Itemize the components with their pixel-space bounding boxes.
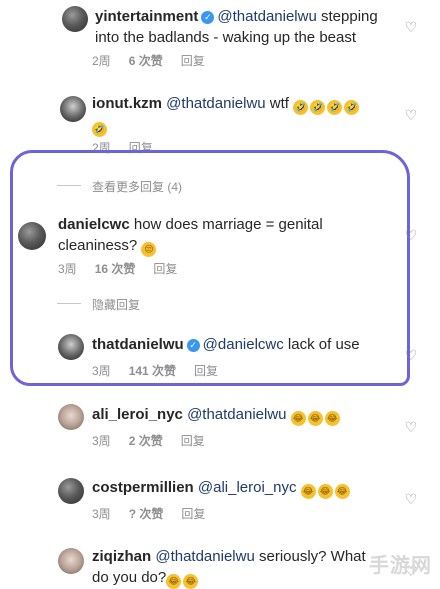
reply-button[interactable]: 回复 bbox=[181, 54, 205, 68]
username[interactable]: ionut.kzm bbox=[92, 95, 162, 112]
heart-icon[interactable]: ♡ bbox=[404, 228, 418, 242]
reply-button[interactable]: 回复 bbox=[181, 507, 205, 521]
emoji-joy: 😂 bbox=[307, 411, 323, 426]
emoji-rofl: 🤣 bbox=[92, 122, 107, 137]
likes-count[interactable]: 2 次赞 bbox=[129, 434, 163, 448]
comment-body: wtf bbox=[265, 95, 289, 112]
comment-text: yintertainment ✓ @thatdanielwu stepping in… bbox=[95, 6, 385, 48]
heart-icon[interactable]: ♡ bbox=[404, 492, 418, 506]
verified-badge-icon: ✓ bbox=[186, 339, 200, 352]
emoji-joy: 😂 bbox=[290, 411, 306, 426]
username[interactable]: thatdanielwu bbox=[92, 336, 184, 353]
emoji-rofl: 🤣 bbox=[293, 100, 309, 115]
emoji-rofl: 🤣 bbox=[310, 100, 326, 115]
comment-text: costpermillien @ali_leroi_nyc 😂 😂 😂 bbox=[92, 477, 392, 499]
comment-text: thatdanielwu ✓ @danielcwc lack of use bbox=[92, 334, 392, 355]
avatar[interactable] bbox=[60, 96, 86, 122]
comment-text: ionut.kzm @thatdanielwu wtf 🤣 🤣 🤣 🤣🤣 bbox=[92, 93, 367, 137]
view-more-replies[interactable]: 查看更多回复 (4) bbox=[92, 178, 182, 195]
emoji-rofl: 🤣 bbox=[327, 100, 343, 115]
timestamp: 3周 bbox=[58, 262, 77, 276]
divider bbox=[57, 185, 81, 186]
comment-text: ziqizhan @thatdanielwu seriously? What d… bbox=[92, 546, 382, 589]
reply-button[interactable]: 回复 bbox=[194, 364, 218, 378]
emoji-joy: 😂 bbox=[300, 484, 316, 499]
divider bbox=[57, 303, 81, 304]
heart-icon[interactable]: ♡ bbox=[404, 348, 418, 362]
avatar[interactable] bbox=[62, 6, 88, 32]
mention-link[interactable]: @thatdanielwu bbox=[217, 8, 316, 25]
comment-text: ali_leroi_nyc @thatdanielwu 😂 😂 😂 bbox=[92, 404, 392, 426]
username[interactable]: ziqizhan bbox=[92, 548, 151, 565]
heart-icon[interactable]: ♡ bbox=[404, 420, 418, 434]
watermark-logo: 手游网 bbox=[369, 555, 432, 577]
timestamp: 3周 bbox=[92, 507, 111, 521]
emoji-joy: 😂 bbox=[317, 484, 333, 499]
heart-icon[interactable]: ♡ bbox=[404, 108, 418, 122]
comment-meta: 3周 2 次赞 回复 bbox=[92, 432, 223, 449]
likes-count[interactable]: 6 次赞 bbox=[129, 54, 163, 68]
comment-body: lack of use bbox=[283, 336, 360, 353]
reply-button[interactable]: 回复 bbox=[181, 434, 205, 448]
mention-link[interactable]: @thatdanielwu bbox=[187, 406, 286, 423]
comment-text: danielcwc how does marriage = genital cl… bbox=[58, 214, 358, 257]
username[interactable]: ali_leroi_nyc bbox=[92, 406, 183, 423]
likes-count[interactable]: 16 次赞 bbox=[95, 262, 136, 276]
comment-meta: 3周 141 次赞 回复 bbox=[92, 362, 236, 379]
username[interactable]: yintertainment bbox=[95, 8, 198, 25]
timestamp: 2周 bbox=[92, 54, 111, 68]
comment-meta: 3周 ? 次赞 回复 bbox=[92, 505, 223, 522]
username[interactable]: danielcwc bbox=[58, 216, 130, 233]
avatar[interactable] bbox=[58, 404, 84, 430]
emoji-joy: 😂 bbox=[334, 484, 350, 499]
comment-meta: 2周 6 次赞 回复 bbox=[92, 52, 223, 69]
emoji-joy: 😂 bbox=[166, 574, 182, 589]
username[interactable]: costpermillien bbox=[92, 479, 194, 496]
avatar[interactable] bbox=[18, 222, 46, 250]
timestamp: 3周 bbox=[92, 434, 111, 448]
emoji-unamused: 😒 bbox=[141, 242, 157, 257]
mention-link[interactable]: @danielcwc bbox=[203, 336, 284, 353]
emoji-joy: 😂 bbox=[183, 574, 199, 589]
avatar[interactable] bbox=[58, 478, 84, 504]
verified-badge-icon: ✓ bbox=[201, 11, 215, 24]
mention-link[interactable]: @thatdanielwu bbox=[166, 95, 265, 112]
hide-replies[interactable]: 隐藏回复 bbox=[92, 296, 140, 313]
mention-link[interactable]: @ali_leroi_nyc bbox=[198, 479, 297, 496]
likes-count[interactable]: 141 次赞 bbox=[129, 364, 176, 378]
heart-icon[interactable]: ♡ bbox=[404, 20, 418, 34]
emoji-joy: 😂 bbox=[324, 411, 340, 426]
likes-count[interactable]: ? 次赞 bbox=[129, 507, 164, 521]
comment-meta: 3周 16 次赞 回复 bbox=[58, 260, 195, 277]
reply-button[interactable]: 回复 bbox=[153, 262, 177, 276]
emoji-rofl: 🤣 bbox=[344, 100, 360, 115]
timestamp: 3周 bbox=[92, 364, 111, 378]
avatar[interactable] bbox=[58, 548, 84, 574]
mention-link[interactable]: @thatdanielwu bbox=[155, 548, 254, 565]
avatar[interactable] bbox=[58, 334, 84, 360]
